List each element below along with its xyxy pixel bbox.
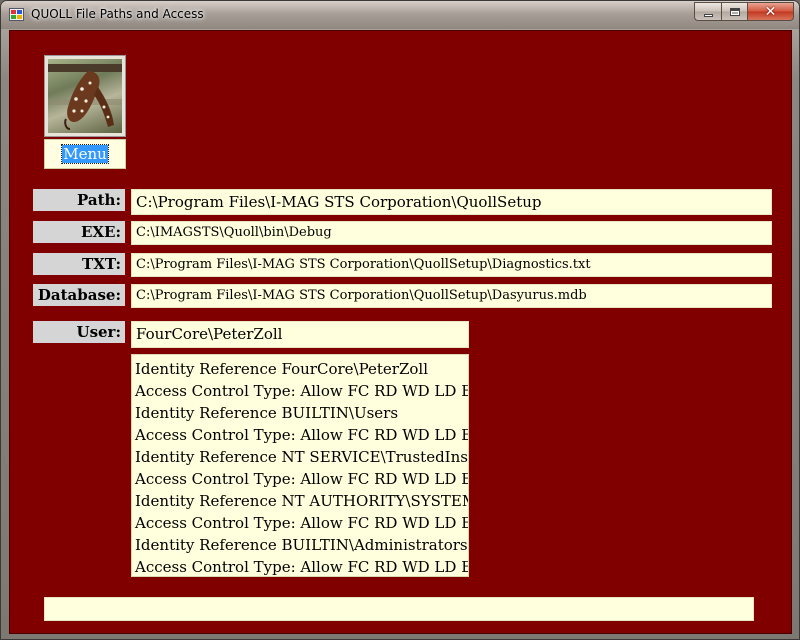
access-control-list[interactable]: Identity Reference FourCore\PeterZoll Ac… — [131, 354, 469, 577]
window-controls: ✕ — [694, 2, 794, 21]
maximize-button[interactable] — [721, 2, 747, 21]
close-button[interactable]: ✕ — [747, 2, 794, 21]
user-field[interactable]: FourCore\PeterZoll — [131, 321, 469, 348]
list-item[interactable]: Identity Reference FourCore\PeterZoll — [135, 358, 468, 380]
title-bar[interactable]: QUOLL File Paths and Access ✕ — [1, 1, 799, 29]
list-item[interactable]: Access Control Type: Allow FC RD WD LD E… — [135, 380, 468, 402]
txt-label: TXT: — [33, 253, 125, 275]
window-title: QUOLL File Paths and Access — [31, 7, 204, 21]
list-item[interactable]: Identity Reference NT SERVICE\TrustedIns… — [135, 446, 468, 468]
close-icon: ✕ — [764, 3, 777, 20]
quoll-photo-icon — [48, 59, 122, 133]
database-label: Database: — [33, 284, 125, 306]
app-window: QUOLL File Paths and Access ✕ Menu Path:… — [0, 0, 800, 640]
list-item[interactable]: Access Control Type: Allow FC RD WD LD E… — [135, 512, 468, 534]
path-label: Path: — [33, 189, 125, 211]
list-item[interactable]: Identity Reference BUILTIN\Administrator… — [135, 534, 468, 556]
list-item[interactable]: Identity Reference NT AUTHORITY\SYSTEM — [135, 490, 468, 512]
exe-label: EXE: — [33, 221, 125, 243]
user-label: User: — [33, 321, 125, 343]
menu-button[interactable]: Menu — [44, 139, 126, 169]
quoll-logo — [44, 55, 126, 137]
database-field[interactable]: C:\Program Files\I-MAG STS Corporation\Q… — [131, 284, 772, 308]
txt-field[interactable]: C:\Program Files\I-MAG STS Corporation\Q… — [131, 253, 772, 277]
list-item[interactable]: Identity Reference BUILTIN\Users — [135, 402, 468, 424]
status-field[interactable] — [44, 597, 754, 621]
menu-button-label: Menu — [61, 144, 109, 164]
maximize-icon — [729, 7, 740, 16]
app-icon[interactable] — [9, 8, 24, 21]
list-item[interactable]: Access Control Type: Allow FC RD WD LD E… — [135, 556, 468, 576]
client-area: Menu Path: C:\Program Files\I-MAG STS Co… — [9, 30, 792, 634]
path-field[interactable]: C:\Program Files\I-MAG STS Corporation\Q… — [131, 189, 772, 215]
exe-field[interactable]: C:\IMAGSTS\Quoll\bin\Debug — [131, 221, 772, 245]
list-item[interactable]: Access Control Type: Allow FC RD WD LD E… — [135, 468, 468, 490]
list-item[interactable]: Access Control Type: Allow FC RD WD LD E… — [135, 424, 468, 446]
minimize-icon — [703, 13, 713, 17]
minimize-button[interactable] — [694, 2, 721, 21]
